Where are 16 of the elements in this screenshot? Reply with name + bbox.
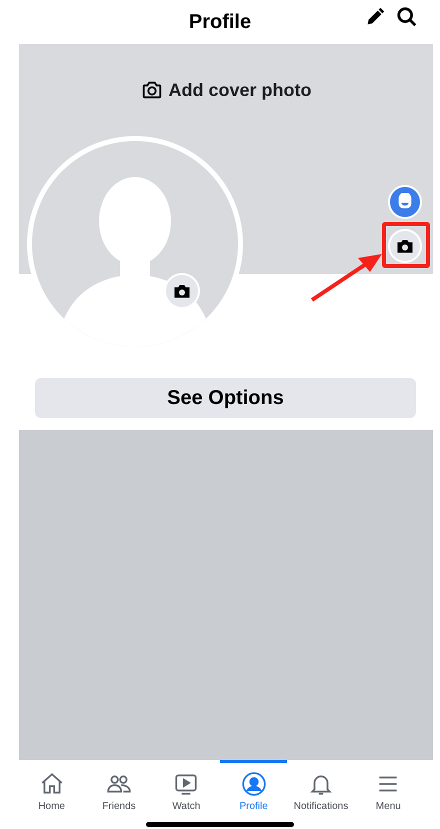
add-cover-photo-label[interactable]: Add cover photo (168, 76, 312, 104)
camera-icon (173, 283, 191, 299)
avatar-face-icon (396, 193, 414, 211)
tab-bar-item[interactable]: Friends (85, 760, 153, 814)
tab-bar-item[interactable]: Notifications (287, 760, 355, 814)
tab-bar-item[interactable]: Profile (220, 760, 288, 814)
see-options-button[interactable]: See Options (35, 378, 416, 418)
page-title: Profile (188, 10, 252, 35)
camera-icon (396, 238, 414, 254)
highlight-box (382, 222, 430, 268)
tab-bar-item[interactable]: Home (18, 760, 86, 814)
tab-bar-item[interactable]: Menu (354, 760, 422, 814)
camera-icon (140, 79, 162, 101)
search-icon[interactable] (396, 6, 418, 28)
tab-bar-item[interactable]: Watch (152, 760, 220, 814)
profile-icon (240, 771, 268, 797)
